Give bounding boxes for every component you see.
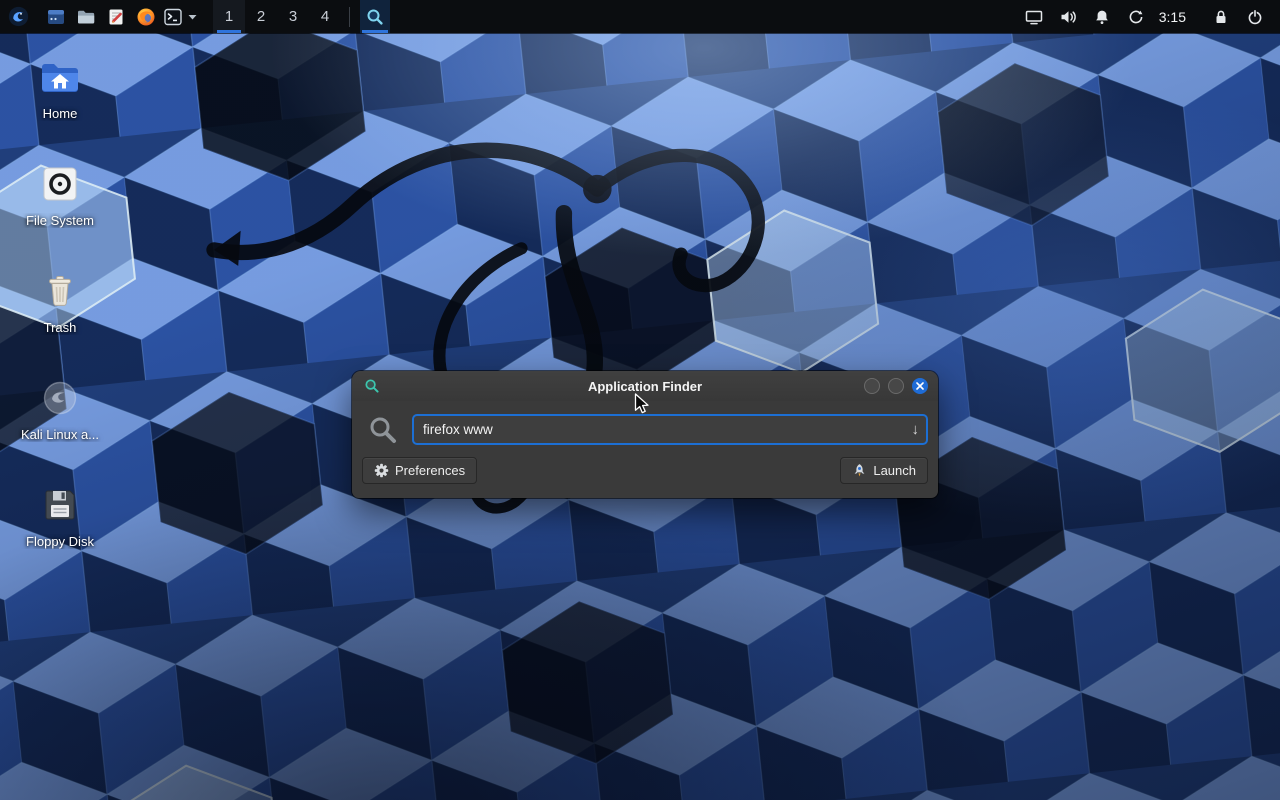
application-finder-window: Application Finder ↓: [352, 371, 938, 498]
panel-separator: [349, 7, 350, 27]
volume-icon: [1059, 8, 1077, 26]
history-dropdown-icon[interactable]: ↓: [912, 421, 920, 436]
finder-titlebar[interactable]: Application Finder: [352, 371, 938, 401]
workspace-3[interactable]: 3: [277, 0, 309, 33]
home-folder-icon: [36, 53, 84, 101]
text-editor-icon: [106, 7, 126, 27]
workspace-switcher: 1 2 3 4: [213, 0, 341, 33]
finder-search-row: ↓: [352, 401, 938, 445]
panel-left-section: 1 2 3 4: [0, 0, 390, 33]
file-manager-launcher[interactable]: [41, 0, 71, 33]
logout-button[interactable]: [1238, 0, 1272, 33]
file-system-drive-icon: [36, 160, 84, 208]
preferences-label: Preferences: [395, 463, 465, 478]
workspace-3-label: 3: [289, 8, 297, 25]
desktop-icon-kali-linux[interactable]: Kali Linux a...: [8, 374, 112, 442]
firefox-launcher[interactable]: [131, 0, 161, 33]
display-icon: [1025, 8, 1043, 26]
workspace-1[interactable]: 1: [213, 0, 245, 33]
file-manager-icon: [46, 7, 66, 27]
files-launcher[interactable]: [71, 0, 101, 33]
floppy-disk-icon: [36, 481, 84, 529]
updates-icon: [1127, 8, 1145, 26]
terminal-icon: [163, 7, 183, 27]
desktop-icon-label: Home: [8, 106, 112, 121]
desktop-icon-label: Floppy Disk: [8, 534, 112, 549]
launch-button[interactable]: Launch: [840, 457, 928, 484]
lock-icon: [1212, 8, 1230, 26]
finder-button-row: Preferences Launch: [352, 445, 938, 484]
search-icon: [368, 415, 398, 445]
workspace-4-label: 4: [321, 8, 329, 25]
desktop-icon-home[interactable]: Home: [8, 53, 112, 121]
desktop-icon-floppy-disk[interactable]: Floppy Disk: [8, 481, 112, 549]
panel-clock[interactable]: 3:15: [1159, 9, 1186, 25]
terminal-dropdown-button[interactable]: [185, 0, 199, 33]
launch-rocket-icon: [852, 463, 867, 478]
desktop-icon-file-system[interactable]: File System: [8, 160, 112, 228]
desktop-icon-trash[interactable]: Trash: [8, 267, 112, 335]
workspace-1-label: 1: [225, 8, 233, 25]
power-icon: [1246, 8, 1264, 26]
desktop-icon-label: Kali Linux a...: [8, 427, 112, 442]
window-title: Application Finder: [588, 379, 702, 394]
close-button[interactable]: [912, 378, 928, 394]
workspace-4[interactable]: 4: [309, 0, 341, 33]
launch-label: Launch: [873, 463, 916, 478]
panel-right-section: 3:15: [1017, 0, 1280, 33]
close-icon: [916, 382, 924, 390]
folder-icon: [76, 7, 96, 27]
kali-logo-icon: [8, 6, 29, 27]
bell-icon: [1093, 8, 1111, 26]
chevron-down-icon: [188, 14, 197, 20]
taskbar-application-finder-button[interactable]: [360, 0, 390, 33]
workspace-2-label: 2: [257, 8, 265, 25]
notifications-indicator[interactable]: [1085, 0, 1119, 33]
desktop-icon-label: Trash: [8, 320, 112, 335]
application-finder-task-icon: [365, 7, 385, 27]
maximize-button[interactable]: [888, 378, 904, 394]
kali-docs-icon: [36, 374, 84, 422]
firefox-icon: [136, 7, 156, 27]
search-input[interactable]: [412, 414, 928, 445]
application-finder-window-icon: [364, 378, 380, 394]
search-input-wrap: ↓: [412, 414, 928, 445]
kali-menu-button[interactable]: [5, 0, 31, 33]
desktop-icon-label: File System: [8, 213, 112, 228]
volume-indicator[interactable]: [1051, 0, 1085, 33]
top-panel: 1 2 3 4: [0, 0, 1280, 33]
workspace-2[interactable]: 2: [245, 0, 277, 33]
window-controls: [864, 378, 928, 394]
terminal-launcher[interactable]: [161, 0, 185, 33]
gear-icon: [374, 463, 389, 478]
screen-lock-button[interactable]: [1204, 0, 1238, 33]
text-editor-launcher[interactable]: [101, 0, 131, 33]
display-indicator[interactable]: [1017, 0, 1051, 33]
updates-indicator[interactable]: [1119, 0, 1153, 33]
trash-icon: [36, 267, 84, 315]
preferences-button[interactable]: Preferences: [362, 457, 477, 484]
minimize-button[interactable]: [864, 378, 880, 394]
